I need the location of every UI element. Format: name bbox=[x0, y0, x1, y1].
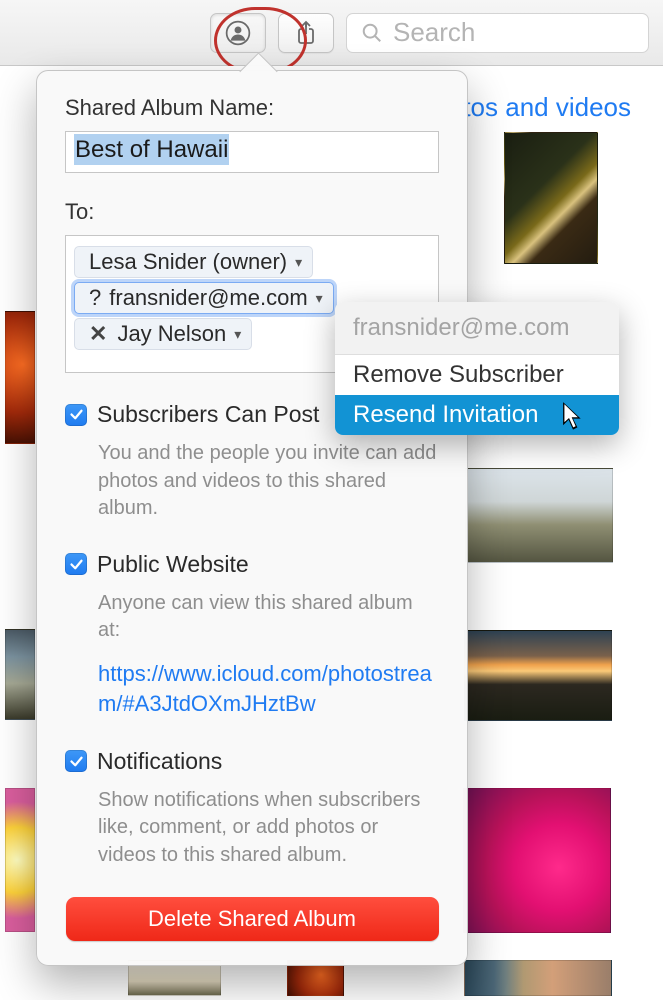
photo-thumbnail[interactable] bbox=[464, 630, 612, 721]
search-placeholder: Search bbox=[393, 17, 475, 48]
context-menu-header: fransnider@me.com bbox=[335, 302, 619, 355]
notifications-label: Notifications bbox=[97, 748, 222, 775]
photo-thumbnail[interactable] bbox=[5, 629, 35, 720]
public-website-section: Public Website Anyone can view this shar… bbox=[65, 551, 439, 720]
notifications-checkbox[interactable] bbox=[65, 750, 87, 772]
photo-thumbnail[interactable] bbox=[463, 788, 611, 933]
recipient-label: Lesa Snider (owner) bbox=[89, 249, 287, 275]
album-name-label: Shared Album Name: bbox=[65, 95, 439, 121]
subscribers-label: Subscribers Can Post bbox=[97, 401, 319, 428]
chevron-down-icon: ▾ bbox=[295, 254, 302, 271]
notifications-help: Show notifications when subscribers like… bbox=[98, 787, 439, 870]
subscribers-help: You and the people you invite can add ph… bbox=[98, 440, 439, 523]
search-icon bbox=[361, 22, 383, 44]
check-icon bbox=[69, 754, 84, 769]
check-icon bbox=[69, 557, 84, 572]
people-toolbar-button[interactable] bbox=[210, 13, 266, 53]
subscribers-checkbox[interactable] bbox=[65, 404, 87, 426]
search-field[interactable]: Search bbox=[346, 13, 649, 53]
delete-shared-album-button[interactable]: Delete Shared Album bbox=[66, 897, 439, 941]
to-label: To: bbox=[65, 199, 439, 225]
toolbar: Search bbox=[0, 0, 663, 66]
photo-thumbnail[interactable] bbox=[465, 468, 613, 563]
photo-thumbnail[interactable] bbox=[504, 132, 598, 264]
chevron-down-icon: ▾ bbox=[234, 326, 241, 343]
album-name-value: Best of Hawaii bbox=[74, 134, 229, 165]
chevron-down-icon: ▾ bbox=[316, 290, 323, 307]
person-circle-icon bbox=[225, 20, 251, 46]
recipient-label: Jay Nelson bbox=[117, 321, 226, 347]
recipient-chip-pending[interactable]: ? fransnider@me.com ▾ bbox=[74, 282, 334, 314]
shared-album-popover: Shared Album Name: Best of Hawaii To: Le… bbox=[36, 70, 468, 966]
public-website-checkbox[interactable] bbox=[65, 553, 87, 575]
cursor-icon bbox=[562, 401, 584, 432]
album-name-input[interactable]: Best of Hawaii bbox=[65, 131, 439, 173]
photo-thumbnail[interactable] bbox=[464, 960, 612, 996]
public-website-help: Anyone can view this shared album at: bbox=[98, 590, 439, 645]
check-icon bbox=[69, 407, 84, 422]
remove-icon: ✕ bbox=[89, 321, 107, 347]
recipient-label: fransnider@me.com bbox=[109, 285, 307, 311]
notifications-section: Notifications Show notifications when su… bbox=[65, 748, 439, 870]
public-website-url[interactable]: https://www.icloud.com/photostream/#A3Jt… bbox=[98, 659, 439, 720]
recipient-chip[interactable]: ✕ Jay Nelson ▾ bbox=[74, 318, 252, 350]
share-icon bbox=[294, 20, 318, 46]
photo-thumbnail[interactable] bbox=[5, 788, 35, 932]
add-photos-link[interactable]: tos and videos bbox=[463, 92, 631, 123]
recipient-chip-owner[interactable]: Lesa Snider (owner) ▾ bbox=[74, 246, 313, 278]
remove-subscriber-item[interactable]: Remove Subscriber bbox=[335, 355, 619, 395]
recipient-prefix: ? bbox=[89, 285, 101, 311]
photo-thumbnail[interactable] bbox=[5, 311, 35, 444]
share-toolbar-button[interactable] bbox=[278, 13, 334, 53]
public-website-label: Public Website bbox=[97, 551, 249, 578]
